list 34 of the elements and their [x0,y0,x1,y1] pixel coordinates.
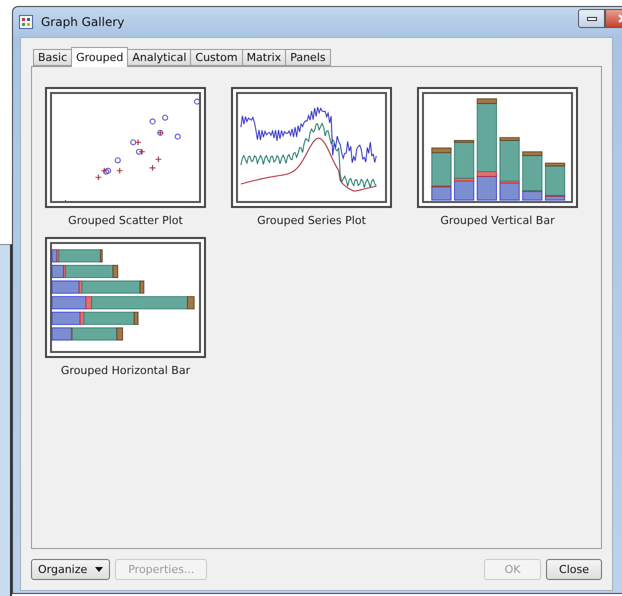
plus-point [134,138,142,146]
minimize-button[interactable] [578,9,605,28]
circle-point [174,134,181,140]
graph-caption: Grouped Scatter Plot [68,214,183,227]
dropdown-button[interactable]: Organize [31,559,110,580]
app-icon [19,15,33,29]
minimize-icon [586,16,596,20]
plus-point [138,148,146,156]
circle-point [150,118,156,124]
tab[interactable]: Custom [190,49,243,66]
circle-point [136,148,142,155]
plus-point [116,167,124,174]
tab[interactable]: Matrix [242,49,286,66]
circled-plus-point [157,130,164,136]
circle-point [114,157,121,164]
tab[interactable]: Basic [33,49,72,66]
graph-caption: Grouped Series Plot [257,214,366,227]
circle-point [130,139,136,146]
tab[interactable]: Panels [285,49,331,66]
graph-thumbnail[interactable] [231,87,392,208]
tab[interactable]: Analytical [127,49,192,66]
graph-thumbnail[interactable] [45,237,206,358]
dialog-button[interactable]: Close [546,559,602,580]
plus-point [155,156,162,163]
graph-thumbnail[interactable] [45,87,206,208]
caret-icon [95,567,104,572]
circle-point [194,98,199,105]
graph-caption: Grouped Horizontal Bar [60,364,190,377]
plus-point [149,164,156,172]
graph-thumbnail[interactable] [417,87,578,208]
window-title: Graph Gallery [41,15,126,29]
graph-caption: Grouped Vertical Bar [440,214,555,227]
tab[interactable]: Grouped [71,47,128,67]
circle-point [162,114,168,121]
